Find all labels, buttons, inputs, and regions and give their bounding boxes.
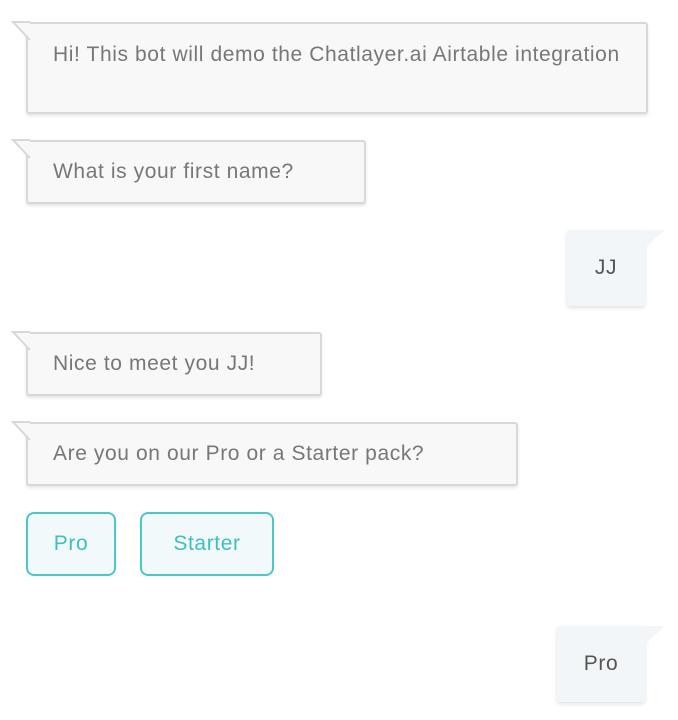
bubble-tail-icon [10,21,31,41]
user-message-text: JJ [594,256,618,279]
quick-reply-starter-button[interactable]: Starter [140,512,274,576]
bubble-tail-icon [643,626,665,646]
bot-message: Are you on our Pro or a Starter pack? [10,421,518,486]
bubble-tail-icon [643,230,665,250]
bubble-tail-icon [10,331,31,351]
bot-message-text: Nice to meet you JJ! [53,352,256,375]
user-message: JJ [567,230,665,306]
bubble-tail-icon [10,421,31,441]
bot-message: Hi! This bot will demo the Chatlayer.ai … [10,21,648,114]
bot-message: What is your first name? [10,139,366,204]
bot-message-text: Hi! This bot will demo the Chatlayer.ai … [53,43,620,66]
bot-message: Nice to meet you JJ! [10,331,322,396]
bot-message-text: Are you on our Pro or a Starter pack? [53,442,425,465]
user-message: Pro [557,626,665,702]
bubble-tail-icon [10,139,31,159]
chat-conversation: Hi! This bot will demo the Chatlayer.ai … [0,0,678,720]
user-message-text: Pro [583,652,619,675]
bot-message-text: What is your first name? [53,160,294,183]
quick-reply-pro-button[interactable]: Pro [26,512,116,576]
